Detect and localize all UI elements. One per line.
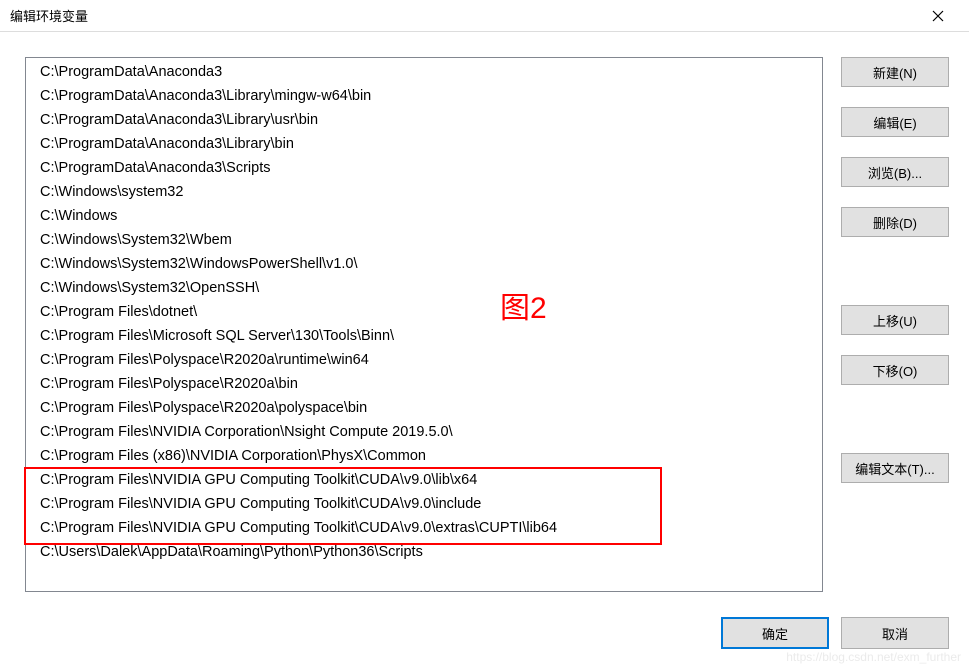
list-item[interactable]: C:\Program Files\Polyspace\R2020a\polysp… [26,396,822,420]
edit-button[interactable]: 编辑(E) [841,107,949,137]
list-item[interactable]: C:\ProgramData\Anaconda3\Library\bin [26,132,822,156]
list-item[interactable]: C:\Program Files\Polyspace\R2020a\bin [26,372,822,396]
list-item[interactable]: C:\Program Files\NVIDIA GPU Computing To… [26,468,822,492]
list-item[interactable]: C:\Program Files\Polyspace\R2020a\runtim… [26,348,822,372]
list-item[interactable]: C:\Program Files\NVIDIA Corporation\Nsig… [26,420,822,444]
list-item[interactable]: C:\Windows\System32\WindowsPowerShell\v1… [26,252,822,276]
new-button[interactable]: 新建(N) [841,57,949,87]
close-button[interactable] [915,0,961,32]
list-item[interactable]: C:\ProgramData\Anaconda3 [26,60,822,84]
cancel-button[interactable]: 取消 [841,617,949,649]
list-item[interactable]: C:\Program Files\NVIDIA GPU Computing To… [26,492,822,516]
titlebar: 编辑环境变量 [0,0,969,32]
list-item[interactable]: C:\Windows\System32\OpenSSH\ [26,276,822,300]
path-listbox[interactable]: C:\ProgramData\Anaconda3C:\ProgramData\A… [25,57,823,592]
footer-buttons: 确定 取消 [721,617,949,649]
move-down-button[interactable]: 下移(O) [841,355,949,385]
list-item[interactable]: C:\ProgramData\Anaconda3\Scripts [26,156,822,180]
delete-button[interactable]: 删除(D) [841,207,949,237]
browse-button[interactable]: 浏览(B)... [841,157,949,187]
move-up-button[interactable]: 上移(U) [841,305,949,335]
list-item[interactable]: C:\Program Files\Microsoft SQL Server\13… [26,324,822,348]
list-item[interactable]: C:\Windows\system32 [26,180,822,204]
edit-text-button[interactable]: 编辑文本(T)... [841,453,949,483]
list-item[interactable]: C:\Windows\System32\Wbem [26,228,822,252]
list-item[interactable]: C:\Program Files\dotnet\ [26,300,822,324]
list-item[interactable]: C:\Windows [26,204,822,228]
window-title: 编辑环境变量 [10,6,88,25]
dialog-content: C:\ProgramData\Anaconda3C:\ProgramData\A… [0,32,969,602]
ok-button[interactable]: 确定 [721,617,829,649]
close-icon [932,10,944,22]
list-item[interactable]: C:\Users\Dalek\AppData\Roaming\Python\Py… [26,540,822,564]
list-item[interactable]: C:\Program Files\NVIDIA GPU Computing To… [26,516,822,540]
button-column: 新建(N) 编辑(E) 浏览(B)... 删除(D) 上移(U) 下移(O) 编… [841,57,949,592]
watermark: https://blog.csdn.net/exm_further [786,650,961,664]
list-item[interactable]: C:\ProgramData\Anaconda3\Library\mingw-w… [26,84,822,108]
list-item[interactable]: C:\ProgramData\Anaconda3\Library\usr\bin [26,108,822,132]
list-item[interactable]: C:\Program Files (x86)\NVIDIA Corporatio… [26,444,822,468]
